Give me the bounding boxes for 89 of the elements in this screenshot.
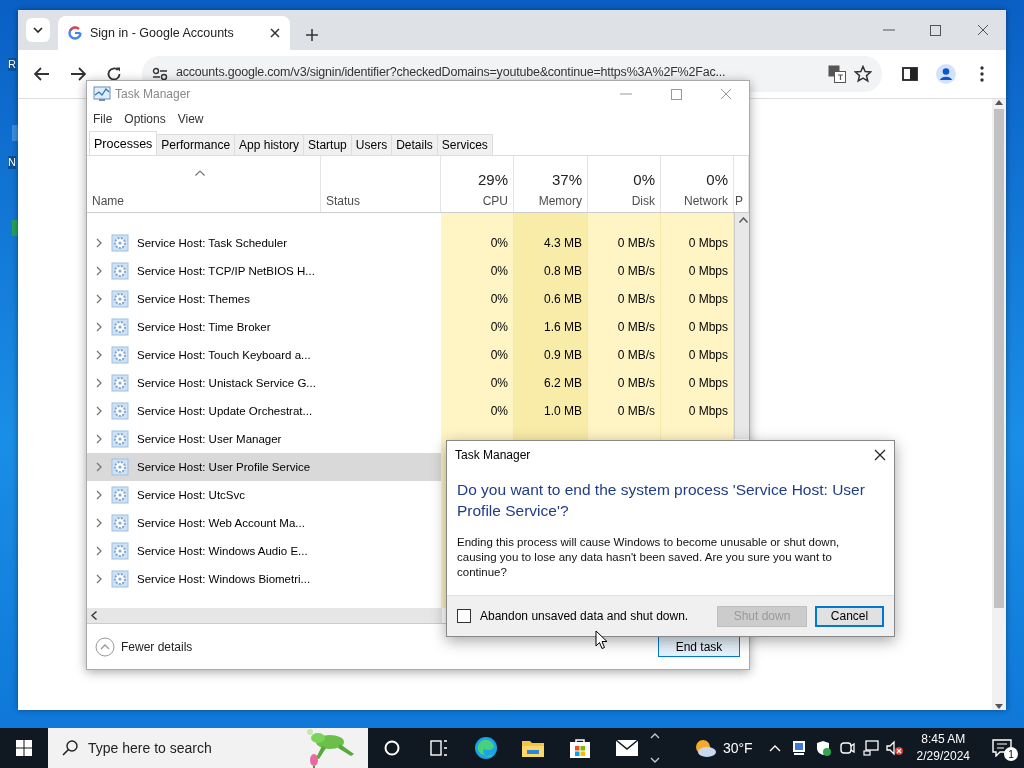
column-header[interactable]: CPU (482, 194, 508, 208)
table-cell: 0 MB/s (617, 376, 655, 390)
table-cell: 0 Mbps (688, 264, 728, 278)
table-cell: 6.2 MB (544, 376, 582, 390)
process-row[interactable]: Service Host: Windows Audio E... (87, 537, 441, 565)
column-header[interactable]: Memory (538, 194, 582, 208)
table-cell: 0 Mbps (688, 292, 728, 306)
usage-percent: 29% (477, 171, 508, 188)
process-name: Service Host: User Manager (137, 433, 282, 445)
process-name: Service Host: Themes (137, 293, 250, 305)
column-header[interactable]: Disk (631, 194, 655, 208)
column-header[interactable]: Status (326, 194, 361, 208)
tab[interactable]: Details (391, 134, 438, 155)
url-text: accounts.google.com/v3/signin/identifier?checkedDomains=youtube&continue=https%3A%2F%2Fac... (176, 65, 727, 78)
table-cell: 0.8 MB (544, 264, 582, 278)
column-header[interactable]: Name (92, 194, 124, 208)
menu-item[interactable]: View (177, 112, 204, 126)
notification-count: 1 (1004, 747, 1018, 761)
process-row[interactable]: Service Host: User Profile Service (87, 453, 441, 481)
dialog-heading: Do you want to end the system process 'Service Host: User Profile Service'? (456, 480, 866, 521)
table-cell: 0 MB/s (617, 320, 655, 334)
tab[interactable]: Services (436, 134, 493, 155)
browser-tab[interactable]: Sign in - Google Accounts (58, 16, 290, 50)
table-cell: 0 Mbps (688, 404, 728, 418)
process-row[interactable]: Service Host: UtcSvc (87, 481, 441, 509)
table-cell: 0 MB/s (617, 348, 655, 362)
table-cell: 1.6 MB (544, 320, 582, 334)
fewer-details-link[interactable]: Fewer details (95, 636, 650, 657)
table-cell: 0% (490, 320, 508, 334)
process-name: Service Host: User Profile Service (137, 461, 311, 473)
table-cell: 0% (490, 236, 508, 250)
end-task-button[interactable]: End task (658, 636, 740, 657)
column-header[interactable]: P (735, 194, 743, 208)
table-cell: 0 Mbps (688, 320, 728, 334)
table-cell: 0 Mbps (688, 348, 728, 362)
process-row[interactable]: Service Host: Themes (87, 285, 441, 313)
usage-percent: 37% (551, 171, 582, 188)
table-cell: 0% (490, 264, 508, 278)
process-row[interactable]: Service Host: Touch Keyboard a... (87, 341, 441, 369)
table-cell: 0 MB/s (617, 264, 655, 278)
table-cell: 4.3 MB (544, 236, 582, 250)
table-cell: 0 Mbps (688, 236, 728, 250)
abandon-checkbox[interactable]: Abandon unsaved data and shut down. (457, 609, 709, 623)
menu-item[interactable]: Options (124, 112, 166, 126)
process-row[interactable]: Service Host: Task Scheduler (87, 229, 441, 257)
process-name: Service Host: Touch Keyboard a... (137, 349, 311, 361)
process-row[interactable]: Service Host: Time Broker (87, 313, 441, 341)
process-row[interactable]: Service Host: TCP/IP NetBIOS H... (87, 257, 441, 285)
desktop-icon-label[interactable]: N (8, 156, 16, 169)
tab[interactable]: Processes (89, 131, 158, 155)
usage-percent: 0% (706, 171, 728, 188)
process-row[interactable]: Service Host: Unistack Service G... (87, 369, 441, 397)
process-name: Service Host: Windows Biometri... (137, 573, 311, 585)
process-name: Service Host: TCP/IP NetBIOS H... (137, 265, 315, 277)
table-cell: 0% (490, 404, 508, 418)
process-row[interactable]: Service Host: Windows Biometri... (87, 565, 441, 593)
process-name: Service Host: Update Orchestrat... (137, 405, 313, 417)
menu-item[interactable]: File (93, 112, 113, 126)
table-cell: 0% (490, 348, 508, 362)
column-header[interactable]: Network (684, 194, 728, 208)
table-cell: 0.6 MB (544, 292, 582, 306)
process-row[interactable]: Service Host: Update Orchestrat... (87, 397, 441, 425)
table-cell: 0% (490, 292, 508, 306)
table-cell: 0 Mbps (688, 376, 728, 390)
process-name: Service Host: Task Scheduler (137, 237, 287, 249)
usage-percent: 0% (633, 171, 655, 188)
tab[interactable]: Users (350, 134, 393, 155)
process-name: Service Host: Unistack Service G... (137, 377, 316, 389)
dialog-button[interactable]: Cancel (815, 605, 884, 627)
dialog-title: Task Manager (455, 448, 532, 462)
clock[interactable]: 8:45 AM 2/29/2024 (906, 731, 980, 765)
process-name: Service Host: Web Account Ma... (137, 517, 305, 529)
process-name: Service Host: Time Broker (137, 321, 271, 333)
desktop-icon-label[interactable]: R (8, 58, 16, 71)
table-cell: 0% (490, 376, 508, 390)
tab[interactable]: App history (234, 134, 305, 155)
process-row[interactable]: Service Host: User Manager (87, 425, 441, 453)
table-cell: 0 MB/s (617, 236, 655, 250)
dialog-message: Ending this process will cause Windows to become unusable or shut down, causing you to lose any data hasn't been saved. Are you sure you want to continue? (456, 535, 841, 580)
table-cell: 1.0 MB (544, 404, 582, 418)
table-cell: 0 MB/s (617, 404, 655, 418)
table-cell: 0.9 MB (544, 348, 582, 362)
tab[interactable]: Performance (156, 134, 236, 155)
process-name: Service Host: Windows Audio E... (137, 545, 308, 557)
weather-temperature[interactable]: 30°F (722, 740, 753, 756)
table-cell: 0 MB/s (617, 292, 655, 306)
tab[interactable]: Startup (303, 134, 352, 155)
process-row[interactable]: Service Host: Web Account Ma... (87, 509, 441, 537)
process-name: Service Host: UtcSvc (137, 489, 245, 501)
